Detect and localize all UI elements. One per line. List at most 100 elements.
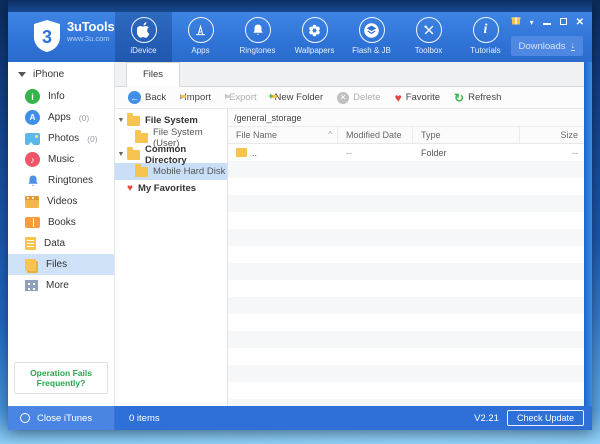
refresh-button[interactable]: ↻ Refresh (454, 92, 501, 104)
books-icon (25, 217, 40, 228)
directory-tree: ▼File SystemFile System (User)▼Common Di… (115, 109, 228, 406)
nav-label: Toolbox (415, 46, 443, 55)
downloads-label: Downloads (519, 41, 566, 52)
sidebar-item-ringtones[interactable]: Ringtones (8, 170, 114, 191)
bell-icon (245, 17, 271, 43)
empty-row (228, 161, 592, 178)
operation-fails-link[interactable]: Operation Fails Frequently? (14, 362, 108, 394)
tab-files[interactable]: Files (126, 62, 180, 87)
check-update-button[interactable]: Check Update (507, 410, 584, 426)
nav-label: Wallpapers (295, 46, 335, 55)
refresh-icon: ↻ (454, 92, 464, 104)
sidebar-item-info[interactable]: iInfo (8, 86, 114, 107)
nav-wallpapers[interactable]: Wallpapers (286, 12, 343, 62)
app-logo: 3 3uTools www.3u.com (32, 19, 114, 53)
new-folder-button[interactable]: +New Folder (271, 92, 324, 103)
sidebar-item-books[interactable]: Books (8, 212, 114, 233)
sidebar-item-files[interactable]: Files (8, 254, 114, 275)
empty-row (228, 331, 592, 348)
sidebar-item-label: Data (44, 238, 65, 249)
nav-tutorials[interactable]: i Tutorials (457, 12, 514, 62)
items-count: 0 items (115, 413, 474, 424)
nav-apps[interactable]: Apps (172, 12, 229, 62)
tree-item-label: File System (145, 115, 198, 126)
sidebar-item-music[interactable]: ♪Music (8, 149, 114, 170)
folder-icon (127, 150, 145, 160)
nav-label: Ringtones (239, 46, 275, 55)
empty-row (228, 178, 592, 195)
gift-icon[interactable] (511, 12, 521, 30)
file-name-cell: .. (228, 148, 338, 158)
toolbar-button-label: Refresh (468, 92, 501, 103)
photos-icon (25, 133, 40, 145)
tree-item-my-favorites[interactable]: ♥My Favorites (115, 180, 227, 197)
sidebar-item-more[interactable]: More (8, 275, 114, 296)
import-button[interactable]: ↓Import (180, 92, 211, 103)
nav-label: Tutorials (470, 46, 500, 55)
ringtone-bell-icon (25, 173, 40, 188)
music-icon: ♪ (25, 152, 40, 167)
sidebar-item-label: Photos (48, 133, 79, 144)
column-header-file-name[interactable]: File Name ^ (228, 127, 338, 143)
size-cell: -- (520, 148, 592, 158)
info-icon: i (25, 89, 40, 104)
column-header-modified-date[interactable]: Modified Date (338, 127, 413, 143)
statusbar-right: V2.21 Check Update (474, 410, 592, 426)
nav-label: Flash & JB (352, 46, 391, 55)
path-bar[interactable]: /general_storage (228, 109, 592, 127)
nav-flash-jb[interactable]: Flash & JB (343, 12, 400, 62)
empty-row (228, 382, 592, 399)
sidebar-item-label: Books (48, 217, 76, 228)
videos-icon (25, 196, 39, 208)
nav-ringtones[interactable]: Ringtones (229, 12, 286, 62)
device-selector[interactable]: iPhone (8, 62, 114, 86)
type-cell: Folder (413, 148, 520, 158)
logo-shield-icon: 3 (32, 19, 62, 53)
file-row-[interactable]: ..--Folder-- (228, 144, 592, 161)
tab-bar: Files (115, 62, 592, 87)
column-header-size[interactable]: Size (520, 127, 592, 143)
tree-expand-caret-icon[interactable]: ▼ (115, 151, 127, 158)
tree-item-common-directory[interactable]: ▼ Common Directory (115, 146, 227, 163)
sidebar-item-label: Files (46, 259, 67, 270)
tree-item-label: My Favorites (138, 183, 196, 194)
close-itunes-button[interactable]: Close iTunes (8, 406, 115, 430)
flashjb-icon (359, 17, 385, 43)
dropdown-caret-icon[interactable]: ▾ (530, 12, 534, 30)
empty-row (228, 365, 592, 382)
minimize-icon[interactable] (543, 12, 551, 30)
column-header-label: Size (560, 127, 578, 143)
table-body: ..--Folder-- (228, 144, 592, 406)
column-header-label: Type (421, 127, 441, 143)
file-name: .. (252, 148, 257, 158)
empty-row (228, 263, 592, 280)
nav-toolbox[interactable]: Toolbox (400, 12, 457, 62)
tree-expand-caret-icon[interactable]: ▼ (115, 117, 127, 124)
sidebar-item-label: Videos (47, 196, 77, 207)
tutorials-icon: i (473, 17, 499, 43)
empty-row (228, 314, 592, 331)
tree-item-label: Mobile Hard Disk (153, 166, 225, 177)
nav-idevice[interactable]: iDevice (115, 12, 172, 62)
content-area: Files ←Back↓Import↑Export+New Folder✕Del… (115, 62, 592, 406)
sidebar-item-photos[interactable]: Photos(0) (8, 128, 114, 149)
column-header-label: File Name (236, 127, 277, 143)
favorite-button[interactable]: ♥Favorite (395, 92, 440, 104)
sidebar-item-data[interactable]: Data (8, 233, 114, 254)
column-header-type[interactable]: Type (413, 127, 520, 143)
sidebar-item-apps[interactable]: AApps(0) (8, 107, 114, 128)
back-button[interactable]: ←Back (128, 91, 166, 104)
sort-ascending-icon: ^ (328, 127, 337, 143)
download-icon: ↓ (571, 41, 576, 51)
close-icon[interactable]: ✕ (576, 12, 584, 30)
tree-item-mobile-hard-disk[interactable]: Mobile Hard Disk (115, 163, 227, 180)
toolbar-button-label: Import (184, 92, 211, 103)
sidebar-item-videos[interactable]: Videos (8, 191, 114, 212)
maximize-icon[interactable] (560, 12, 567, 30)
tree-item-label: Common Directory (145, 144, 227, 166)
empty-row (228, 280, 592, 297)
downloads-button[interactable]: Downloads ↓ (511, 36, 584, 56)
tab-files-label: Files (143, 69, 163, 80)
window-right-border (584, 62, 592, 406)
export-button: ↑Export (225, 92, 256, 103)
